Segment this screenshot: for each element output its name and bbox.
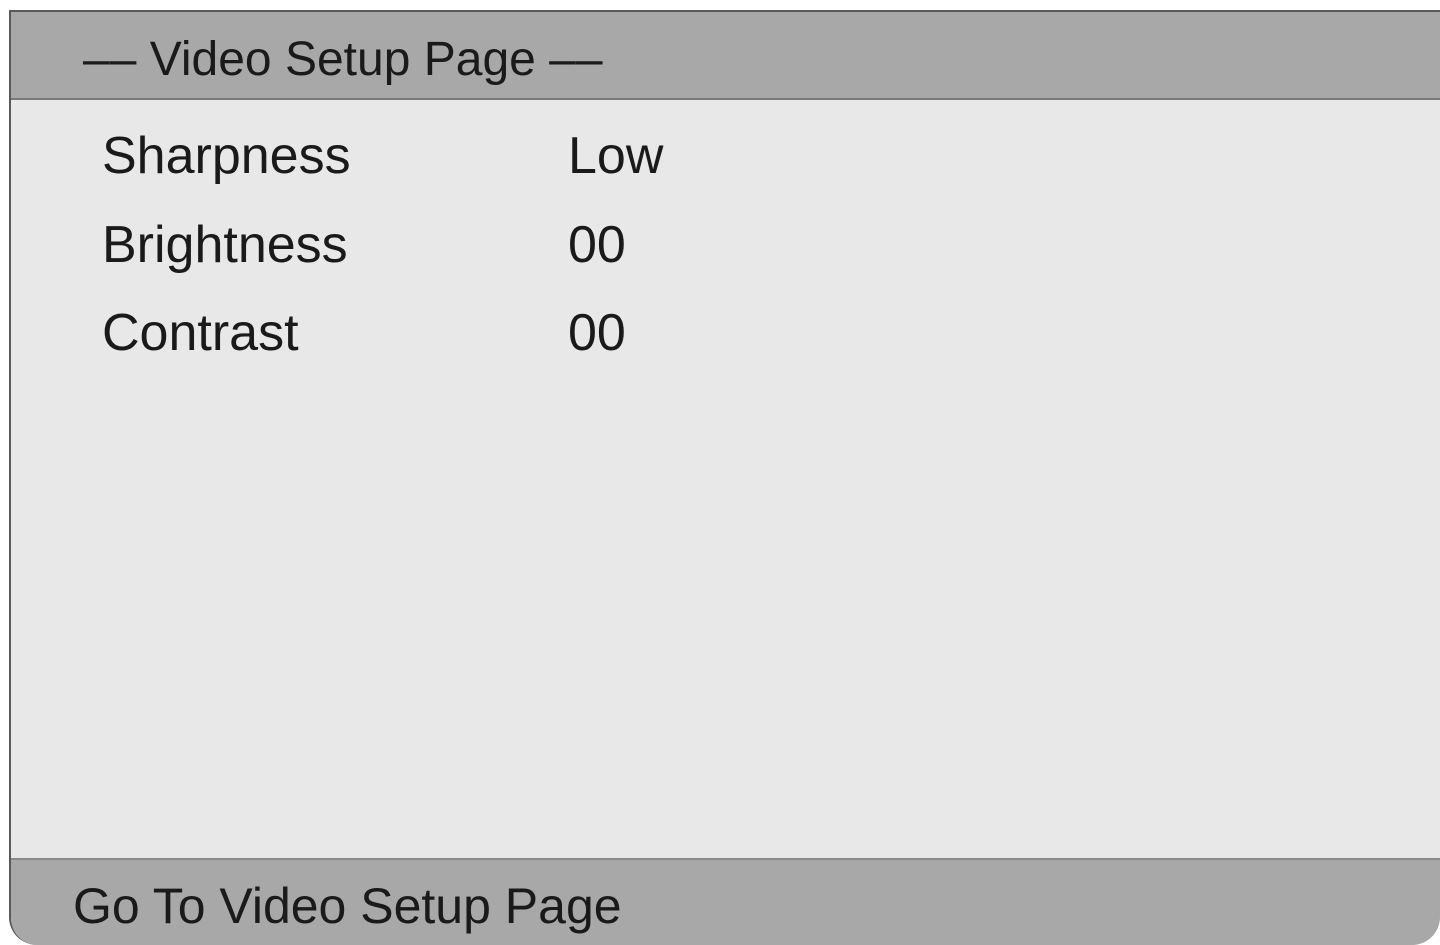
setting-label: Sharpness <box>102 127 351 185</box>
setting-value[interactable]: 00 <box>568 301 626 365</box>
menu-header: –– Video Setup Page –– <box>11 12 1440 100</box>
setting-value[interactable]: 00 <box>568 213 626 277</box>
setting-label: Contrast <box>102 304 299 362</box>
page-title: –– Video Setup Page –– <box>83 33 603 86</box>
setting-value[interactable]: Low <box>568 124 663 188</box>
setting-row-contrast[interactable]: Contrast 00 <box>11 301 1440 381</box>
status-bar: Go To Video Setup Page <box>11 858 1440 945</box>
setting-row-brightness[interactable]: Brightness 00 <box>11 213 1440 293</box>
video-setup-menu: –– Video Setup Page –– Sharpness Low Bri… <box>9 10 1440 945</box>
setting-label: Brightness <box>102 216 348 274</box>
status-hint: Go To Video Setup Page <box>73 878 622 934</box>
setting-row-sharpness[interactable]: Sharpness Low <box>11 124 1440 204</box>
